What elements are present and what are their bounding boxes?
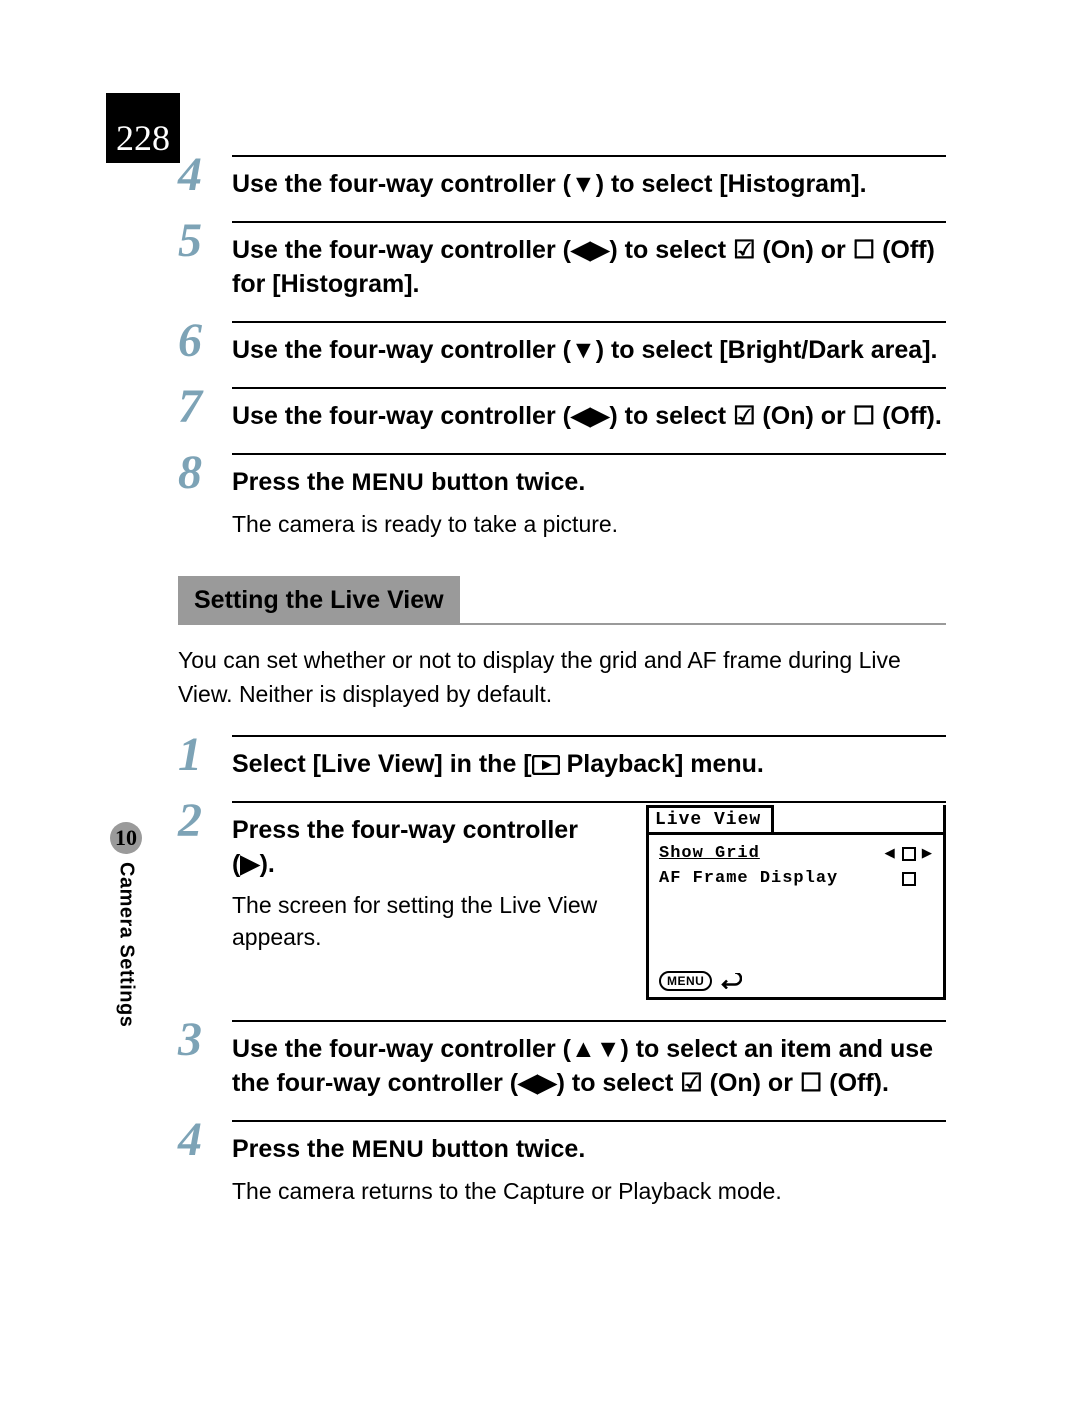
down-arrow-icon: ▼: [571, 336, 596, 364]
page-number: 228: [106, 93, 180, 163]
step-a-4: 4 Use the four-way controller (▼) to sel…: [178, 155, 946, 211]
chapter-tab: 10 Camera Settings: [106, 822, 146, 1122]
step-text: Use the four-way controller (: [232, 236, 571, 264]
unchecked-box-icon: [902, 872, 916, 886]
menu-button-label: MENU: [352, 469, 425, 496]
step-text: ) to select: [609, 236, 733, 264]
step-number: 2: [178, 801, 232, 841]
step-text: (Off).: [875, 402, 942, 430]
step-text: button twice.: [424, 1135, 585, 1163]
lcd-row-show-grid: Show Grid ◀ ▶: [659, 841, 933, 866]
step-text: Playback] menu.: [560, 750, 764, 778]
checked-box-icon: ☑: [733, 402, 755, 430]
step-a-5: 5 Use the four-way controller (◀▶) to se…: [178, 221, 946, 311]
step-a-7: 7 Use the four-way controller (◀▶) to se…: [178, 387, 946, 443]
step-text: (On) or: [755, 402, 852, 430]
chapter-number-badge: 10: [110, 822, 142, 854]
step-number: 7: [178, 387, 232, 427]
step-text: Press the: [232, 1135, 352, 1163]
step-number: 3: [178, 1020, 232, 1060]
step-text: Use the four-way controller (: [232, 170, 571, 198]
step-number: 6: [178, 321, 232, 361]
return-icon: [720, 973, 742, 989]
section-intro: You can set whether or not to display th…: [178, 643, 946, 711]
checked-box-icon: ☑: [733, 236, 755, 264]
checked-box-icon: ☑: [680, 1069, 702, 1097]
step-b-4: 4 Press the MENU button twice. The camer…: [178, 1120, 946, 1217]
step-text: button twice.: [424, 468, 585, 496]
step-text: ) to select: [609, 402, 733, 430]
step-text: Press the: [232, 468, 352, 496]
lcd-row-af-frame-display: AF Frame Display ◀ ▶: [659, 866, 933, 891]
up-down-arrow-icon: ▲▼: [571, 1035, 621, 1063]
left-right-arrow-icon: ◀▶: [518, 1069, 556, 1097]
step-text: Press the four-way controller (: [232, 816, 578, 878]
step-a-8: 8 Press the MENU button twice. The camer…: [178, 453, 946, 550]
unchecked-box-icon: ☐: [853, 236, 875, 264]
step-text: ) to select [Histogram].: [596, 170, 867, 198]
step-description: The screen for setting the Live View app…: [232, 889, 626, 953]
step-b-2: 2 Press the four-way controller (▶). The…: [178, 801, 946, 1010]
lcd-screenshot: Live View Show Grid ◀ ▶: [646, 805, 946, 1000]
menu-button-icon: MENU: [659, 971, 712, 991]
left-right-arrow-icon: ◀▶: [571, 402, 609, 430]
menu-button-label: MENU: [352, 1136, 425, 1163]
step-a-6: 6 Use the four-way controller (▼) to sel…: [178, 321, 946, 377]
step-text: Use the four-way controller (: [232, 402, 571, 430]
chapter-title: Camera Settings: [115, 862, 138, 1027]
step-b-3: 3 Use the four-way controller (▲▼ ) to se…: [178, 1020, 946, 1110]
unchecked-box-icon: [902, 847, 916, 861]
right-arrow-icon: ▶: [240, 850, 259, 878]
step-description: The camera returns to the Capture or Pla…: [232, 1175, 946, 1207]
step-text: (On) or: [703, 1069, 800, 1097]
step-number: 8: [178, 453, 232, 493]
section-title: Setting the Live View: [178, 576, 460, 625]
step-text: ).: [260, 850, 275, 878]
unchecked-box-icon: ☐: [853, 402, 875, 430]
step-text: Use the four-way controller (: [232, 336, 571, 364]
playback-icon: [532, 755, 560, 775]
step-description: The camera is ready to take a picture.: [232, 508, 946, 540]
step-number: 4: [178, 1120, 232, 1160]
lcd-footer: MENU: [649, 967, 943, 997]
step-text: (On) or: [755, 236, 852, 264]
step-number: 1: [178, 735, 232, 775]
left-right-arrow-icon: ◀▶: [571, 236, 609, 264]
step-text: ) to select [Bright/Dark area].: [596, 336, 938, 364]
lcd-title-tab: Live View: [649, 808, 774, 832]
step-text: (Off).: [822, 1069, 889, 1097]
down-arrow-icon: ▼: [571, 170, 596, 198]
step-text: ) to select: [557, 1069, 681, 1097]
step-number: 5: [178, 221, 232, 261]
step-text: Select [Live View] in the [: [232, 750, 532, 778]
lcd-row-label: AF Frame Display: [659, 869, 885, 888]
left-arrow-icon: ◀: [885, 843, 896, 864]
right-arrow-icon: ▶: [922, 843, 933, 864]
step-number: 4: [178, 155, 232, 195]
section-heading: Setting the Live View: [178, 576, 946, 625]
step-text: Use the four-way controller (: [232, 1035, 571, 1063]
step-b-1: 1 Select [Live View] in the [ Playback] …: [178, 735, 946, 791]
unchecked-box-icon: ☐: [800, 1069, 822, 1097]
lcd-row-label: Show Grid: [659, 844, 885, 863]
